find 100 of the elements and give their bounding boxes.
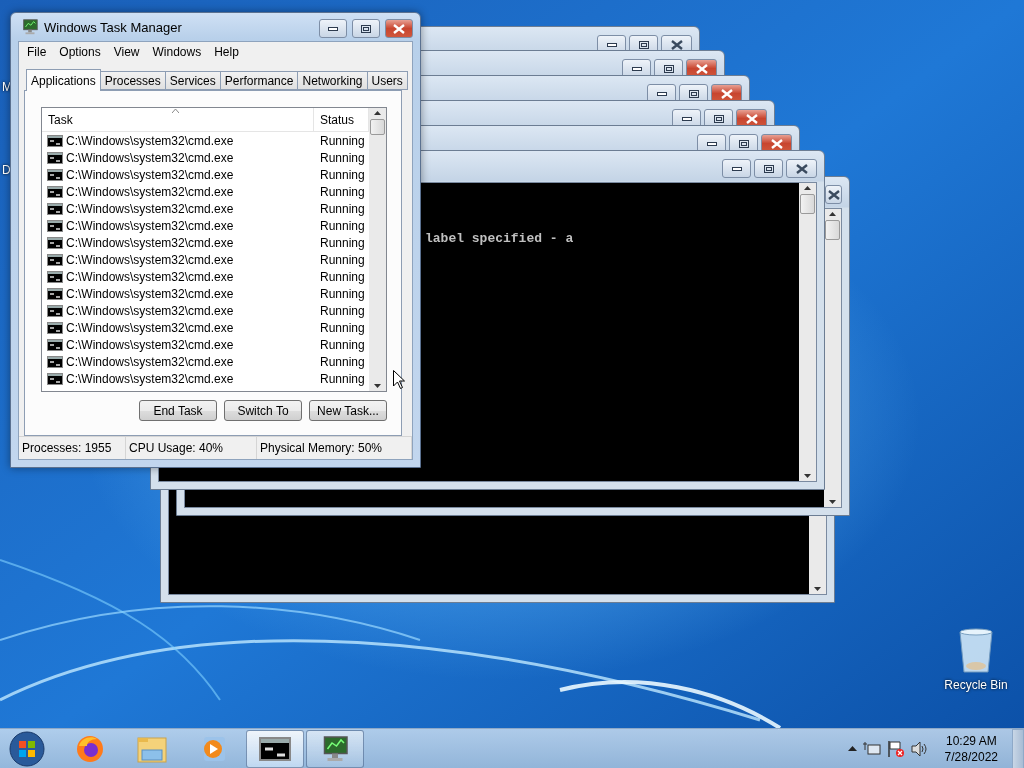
minimize-button[interactable] [722,159,751,178]
up-arrow-icon[interactable] [374,111,381,115]
task-row[interactable]: C:\Windows\system32\cmd.exe Running [42,234,369,251]
task-row[interactable]: C:\Windows\system32\cmd.exe Running [42,251,369,268]
console-icon [47,202,63,215]
close-icon [827,189,840,200]
task-status: Running [319,201,365,216]
taskbar-button[interactable] [246,729,304,768]
maximize-icon [763,164,774,173]
window-title: Windows Task Manager [44,19,183,35]
show-hidden-icons-icon[interactable] [847,746,857,751]
tab[interactable]: Processes [99,71,166,90]
action-button[interactable]: New Task... [309,400,387,421]
scroll-thumb[interactable] [800,194,815,214]
task-row[interactable]: C:\Windows\system32\cmd.exe Running [42,370,369,387]
close-icon [393,23,405,34]
minimize-icon [706,141,717,146]
task-row[interactable]: C:\Windows\system32\cmd.exe Running [42,336,369,353]
console-icon [47,236,63,249]
tab[interactable]: Applications [26,69,101,91]
minimize-icon [328,26,338,31]
down-arrow-icon[interactable] [374,384,381,388]
close-icon [770,138,783,149]
task-row[interactable]: C:\Windows\system32\cmd.exe Running [42,217,369,234]
menu-item[interactable]: Help [208,44,246,59]
task-name: C:\Windows\system32\cmd.exe [66,218,234,233]
down-arrow-icon[interactable] [829,500,836,504]
console-icon [47,287,63,300]
console-icon [47,304,63,317]
minimize-button[interactable] [319,19,347,38]
close-button[interactable] [786,159,817,178]
task-row[interactable]: C:\Windows\system32\cmd.exe Running [42,302,369,319]
column-header[interactable]: Task [42,108,314,131]
up-arrow-icon[interactable] [829,212,836,216]
task-row[interactable]: C:\Windows\system32\cmd.exe Running [42,166,369,183]
task-status: Running [319,184,365,199]
menu-item[interactable]: Options [53,44,108,59]
tab[interactable]: Services [164,71,221,90]
maximize-button[interactable] [352,19,380,38]
clock[interactable]: 10:29 AM 7/28/2022 [944,732,998,765]
task-row[interactable]: C:\Windows\system32\cmd.exe Running [42,353,369,370]
menu-item[interactable]: View [107,44,147,59]
menu-item[interactable]: File [21,44,54,59]
task-name: C:\Windows\system32\cmd.exe [66,252,234,267]
task-status: Running [319,337,365,352]
desktop-icon-label[interactable]: Recycle Bin [944,678,1008,692]
action-button[interactable]: Switch To [224,400,302,421]
task-status: Running [319,218,365,233]
tab[interactable]: Performance [219,71,299,90]
maximize-button[interactable] [754,159,783,178]
close-button[interactable] [825,185,842,204]
task-status: Running [319,235,365,250]
monitor-icon [21,18,39,36]
console-icon [47,355,63,368]
console-icon [259,736,291,761]
scrollbar[interactable] [369,108,386,391]
scrollbar[interactable] [799,183,816,481]
task-status: Running [319,150,365,165]
scroll-thumb[interactable] [825,220,840,240]
console-icon [47,253,63,266]
minimize-icon [681,116,692,121]
tab[interactable]: Users [366,71,408,90]
task-status: Running [319,133,365,148]
task-row[interactable]: C:\Windows\system32\cmd.exe Running [42,132,369,149]
tab[interactable]: Networking [297,71,368,90]
console-icon [47,134,63,147]
action-button[interactable]: End Task [139,400,217,421]
task-row[interactable]: C:\Windows\system32\cmd.exe Running [42,183,369,200]
clock-date: 7/28/2022 [944,748,998,765]
task-row[interactable]: C:\Windows\system32\cmd.exe Running [42,319,369,336]
play-icon [201,734,227,763]
maximize-icon [361,24,371,33]
scroll-thumb[interactable] [370,119,385,135]
task-status: Running [319,167,365,182]
task-name: C:\Windows\system32\cmd.exe [66,354,234,369]
task-row[interactable]: C:\Windows\system32\cmd.exe Running [42,268,369,285]
down-arrow-icon[interactable] [804,474,811,478]
flag-icon[interactable] [886,739,905,758]
task-row[interactable]: C:\Windows\system32\cmd.exe Running [42,200,369,217]
network-icon[interactable] [862,740,881,757]
menu-item[interactable]: Windows [146,44,209,59]
task-name: C:\Windows\system32\cmd.exe [66,337,234,352]
task-name: C:\Windows\system32\cmd.exe [66,286,234,301]
trash-can-icon[interactable] [958,628,994,674]
speaker-icon[interactable] [910,740,929,757]
console-icon [47,372,63,385]
close-button[interactable] [385,19,413,38]
task-row[interactable]: C:\Windows\system32\cmd.exe Running [42,149,369,166]
minimize-icon [656,91,667,96]
up-arrow-icon[interactable] [804,186,811,190]
minimize-icon [731,166,742,171]
desktop-icon-label[interactable]: D [2,163,11,177]
maximize-icon [638,40,649,49]
fox-globe-icon [75,733,105,764]
down-arrow-icon[interactable] [814,587,821,591]
task-row[interactable]: C:\Windows\system32\cmd.exe Running [42,285,369,302]
console-icon [47,338,63,351]
task-status: Running [319,371,365,386]
close-icon [720,88,733,99]
clock-time: 10:29 AM [945,732,997,749]
